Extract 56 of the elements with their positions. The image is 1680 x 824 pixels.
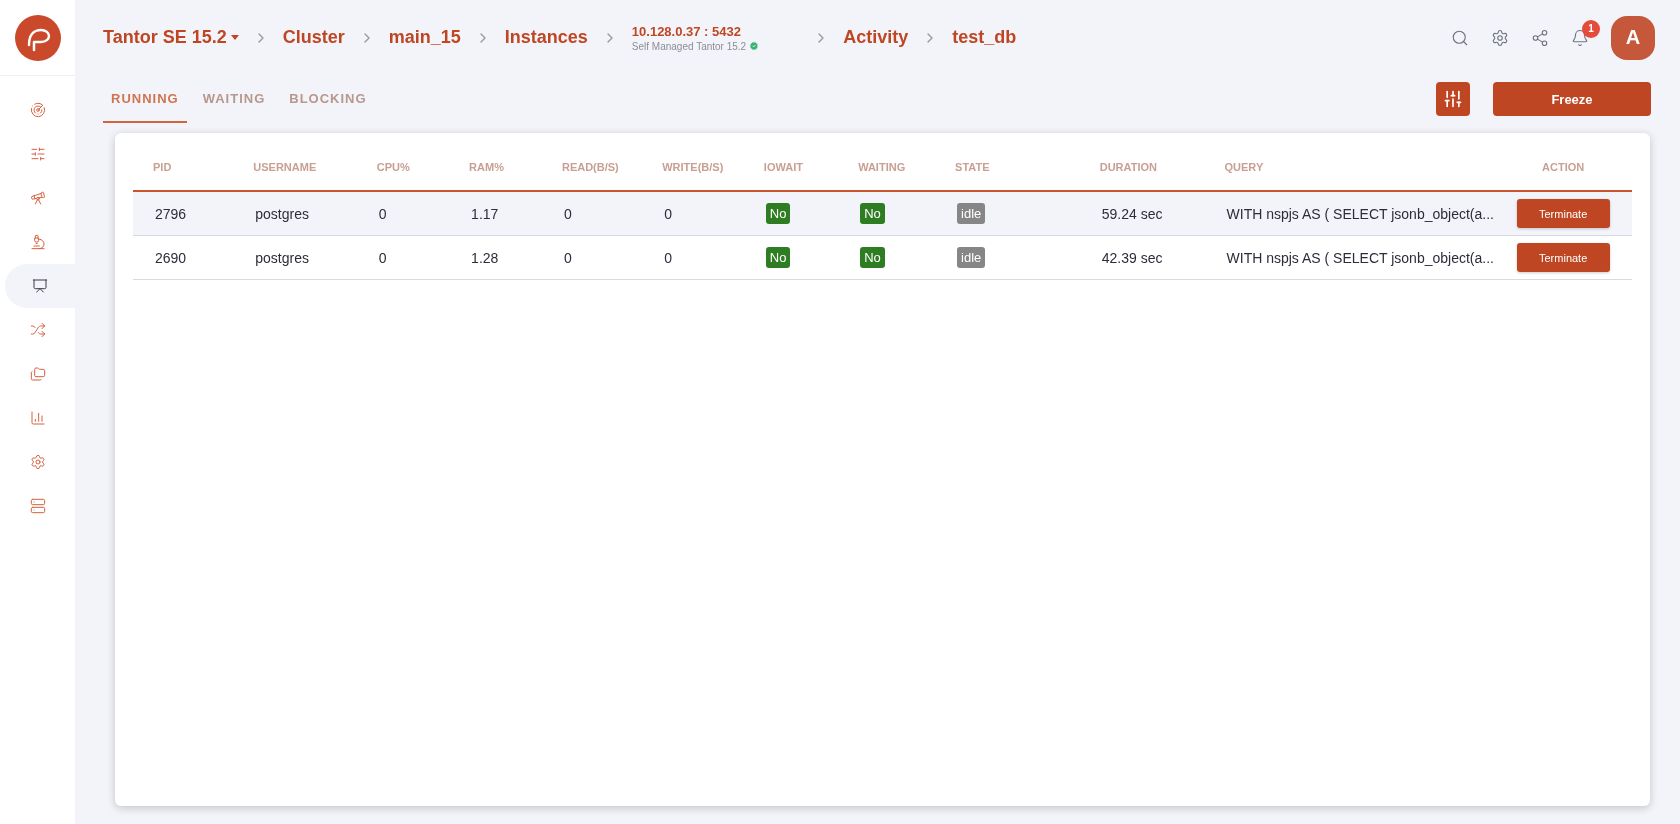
table-cell: 0 bbox=[642, 235, 744, 280]
table-cell: postgres bbox=[233, 191, 357, 236]
terminate-button[interactable]: Terminate bbox=[1516, 199, 1610, 228]
status-badge: No bbox=[860, 247, 885, 268]
settings-button[interactable] bbox=[1491, 28, 1509, 47]
table-cell: 59.24 sec bbox=[1079, 191, 1205, 236]
caret-icon bbox=[230, 35, 239, 40]
telescope-icon bbox=[29, 190, 46, 206]
table-cell: 42.39 sec bbox=[1079, 235, 1205, 280]
breadcrumb-link[interactable]: test_db bbox=[952, 27, 1017, 48]
instance-link[interactable]: 10.128.0.37 : 5432 Self Managed Tantor 15.2 bbox=[631, 23, 760, 52]
breadcrumb-link[interactable]: Activity bbox=[843, 27, 909, 48]
table-cell: 0 bbox=[541, 235, 643, 280]
table-cell: 2690 bbox=[133, 235, 234, 280]
freeze-button[interactable]: Freeze bbox=[1493, 82, 1651, 116]
table-cell: 1.28 bbox=[449, 235, 542, 280]
table-cell: WITH nspjs AS ( SELECT jsonb_object(a... bbox=[1204, 191, 1495, 236]
table-cell: 0 bbox=[356, 235, 450, 280]
sidebar-item[interactable] bbox=[5, 264, 75, 308]
table-cell: 0 bbox=[541, 191, 643, 236]
state-badge: idle bbox=[957, 203, 986, 224]
table-cell: 0 bbox=[642, 191, 744, 236]
logo-icon bbox=[14, 14, 61, 61]
table-cell: 2796 bbox=[133, 191, 234, 236]
folders-icon bbox=[29, 366, 46, 382]
notifications-button[interactable] bbox=[1571, 28, 1589, 47]
bar-chart-icon bbox=[29, 410, 46, 426]
terminate-button[interactable]: Terminate bbox=[1516, 243, 1610, 272]
tab[interactable]: BLOCKING bbox=[281, 75, 375, 123]
breadcrumb-link[interactable]: Cluster bbox=[282, 27, 345, 48]
table-row[interactable]: 2796 postgres 0 1.17 0 0 No No idle 59.24 sec WITH nspjs AS ( SELECT jsonb_object(a... Terminate bbox=[133, 191, 1632, 236]
settings-icon bbox=[29, 454, 46, 470]
status-badge: No bbox=[765, 203, 791, 224]
status-badge: No bbox=[860, 203, 885, 224]
table-cell: 1.17 bbox=[449, 191, 542, 236]
shuffle-icon bbox=[29, 322, 46, 338]
tab[interactable]: RUNNING bbox=[103, 75, 187, 123]
search-button[interactable] bbox=[1451, 28, 1469, 47]
table-cell: postgres bbox=[233, 235, 357, 280]
status-badge: No bbox=[765, 247, 791, 268]
breadcrumb-link[interactable]: Tantor SE 15.2 bbox=[103, 27, 239, 48]
avatar-button[interactable]: A bbox=[1611, 15, 1655, 60]
table-cell: WITH nspjs AS ( SELECT jsonb_object(a... bbox=[1204, 235, 1495, 280]
notification-count: 1 bbox=[1582, 19, 1600, 38]
table-cell: 0 bbox=[356, 191, 450, 236]
microscope-icon bbox=[29, 234, 46, 250]
radar-icon bbox=[29, 102, 46, 118]
tab[interactable]: WAITING bbox=[194, 75, 274, 123]
state-badge: idle bbox=[957, 247, 986, 268]
server-icon bbox=[29, 498, 46, 514]
network-button[interactable] bbox=[1531, 28, 1549, 47]
sliders-icon bbox=[1443, 89, 1463, 109]
breadcrumb-link[interactable]: Instances bbox=[504, 27, 588, 48]
filter-button[interactable] bbox=[1436, 82, 1470, 116]
sliders-icon bbox=[29, 146, 46, 162]
breadcrumb-link[interactable]: main_15 bbox=[388, 27, 461, 48]
